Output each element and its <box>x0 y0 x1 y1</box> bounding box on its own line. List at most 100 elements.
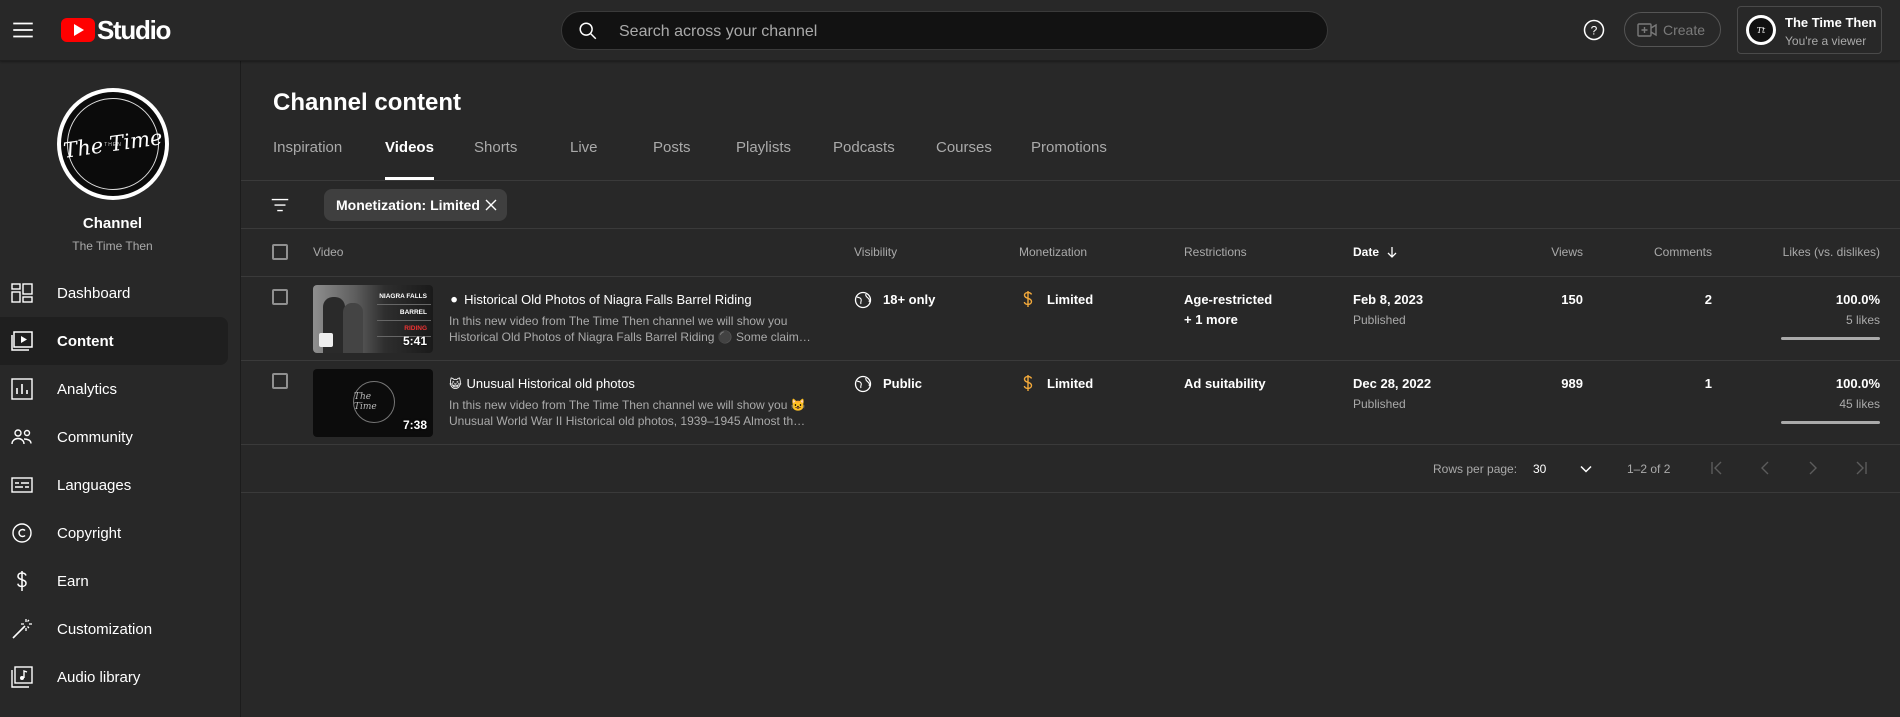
video-thumbnail[interactable]: NIAGRA FALLS BARREL RIDING 5:41 <box>313 285 433 353</box>
tab-podcasts[interactable]: Podcasts <box>833 139 895 180</box>
rows-per-page-select[interactable]: 30 <box>1533 462 1546 476</box>
video-title[interactable]: ⚫ Historical Old Photos of Niagra Falls B… <box>449 292 752 307</box>
header-divider <box>241 276 1900 277</box>
filter-icon[interactable] <box>269 194 291 216</box>
channel-name: The Time Then <box>72 239 153 253</box>
restriction-more[interactable]: + 1 more <box>1184 312 1238 327</box>
monetization-value[interactable]: Limited <box>1047 292 1093 307</box>
row-checkbox[interactable] <box>272 373 288 389</box>
dollar-icon <box>1023 291 1033 307</box>
rows-per-page-label: Rows per page: <box>1433 462 1518 476</box>
desc-line: In this new video from The Time Then cha… <box>449 398 806 412</box>
search-bar[interactable] <box>561 11 1328 51</box>
likes-ratio-fill <box>1781 421 1880 424</box>
restriction-value[interactable]: Age-restricted <box>1184 292 1272 307</box>
search-input[interactable] <box>617 12 1301 51</box>
search-icon <box>579 22 597 40</box>
sidebar-item-customization[interactable]: Customization <box>0 605 228 653</box>
sidebar-item-label: Content <box>57 332 114 350</box>
dollar-icon <box>1023 375 1033 391</box>
likes-count: 5 likes <box>1845 313 1880 327</box>
tab-playlists[interactable]: Playlists <box>736 139 791 180</box>
previous-page-icon[interactable] <box>1756 459 1774 477</box>
col-views[interactable]: Views <box>1551 245 1583 259</box>
create-button[interactable]: Create <box>1624 12 1721 47</box>
tab-posts[interactable]: Posts <box>653 139 691 180</box>
video-title[interactable]: 😺 Unusual Historical old photos <box>449 376 635 391</box>
visibility-value[interactable]: 18+ only <box>883 292 935 307</box>
community-icon <box>11 429 32 445</box>
tab-videos[interactable]: Videos <box>385 139 434 180</box>
languages-icon <box>11 477 33 493</box>
video-title-text: Historical Old Photos of Niagra Falls Ba… <box>464 292 752 307</box>
account-name: The Time Then <box>1785 15 1877 30</box>
account-switcher[interactable]: Tt The Time Then You're a viewer <box>1737 6 1882 54</box>
youtube-studio-logo[interactable]: Studio <box>61 14 171 46</box>
youtube-play-icon <box>61 18 95 42</box>
visibility-value[interactable]: Public <box>883 376 922 391</box>
help-icon[interactable]: ? <box>1582 18 1606 42</box>
tab-shorts[interactable]: Shorts <box>474 139 517 180</box>
add-video-icon <box>1637 22 1657 37</box>
tab-live[interactable]: Live <box>570 139 598 180</box>
col-date-label: Date <box>1353 245 1380 259</box>
sidebar-item-label: Community <box>57 428 133 446</box>
select-all-checkbox[interactable] <box>272 244 288 260</box>
sidebar-item-community[interactable]: Community <box>0 413 228 461</box>
thumbnail-text: NIAGRA FALLS BARREL RIDING <box>377 289 431 337</box>
title-emoji: ⚫ <box>449 293 460 307</box>
sidebar-item-audio-library[interactable]: Audio library <box>0 653 228 701</box>
restriction-value[interactable]: Ad suitability <box>1184 376 1266 391</box>
avatar-sub: THEN <box>104 142 122 148</box>
col-date[interactable]: Date <box>1353 245 1398 259</box>
row-divider <box>241 360 1900 361</box>
analytics-icon <box>11 378 33 400</box>
tab-promotions[interactable]: Promotions <box>1031 139 1107 180</box>
sidebar-item-copyright[interactable]: Copyright <box>0 509 228 557</box>
sidebar-item-analytics[interactable]: Analytics <box>0 365 228 413</box>
sidebar-item-earn[interactable]: Earn <box>0 557 228 605</box>
tab-inspiration[interactable]: Inspiration <box>273 139 342 180</box>
sidebar-item-label: Dashboard <box>57 284 131 302</box>
sidebar-item-dashboard[interactable]: Dashboard <box>0 269 228 317</box>
sidebar-item-languages[interactable]: Languages <box>0 461 228 509</box>
video-title-text: Unusual Historical old photos <box>466 376 635 391</box>
views-value: 150 <box>1561 292 1583 307</box>
sidebar: The Time THEN Channel The Time Then Dash… <box>0 61 241 717</box>
sidebar-item-label: Languages <box>57 476 132 494</box>
next-page-icon[interactable] <box>1804 459 1822 477</box>
sidebar-item-label: Audio library <box>57 668 141 686</box>
hamburger-menu-icon[interactable] <box>10 17 36 43</box>
tab-courses[interactable]: Courses <box>936 139 992 180</box>
filter-chip-label: Monetization: Limited <box>336 197 480 213</box>
customization-icon <box>12 619 32 639</box>
top-bar: Studio ? Create Tt The Time Then You're … <box>0 0 1900 61</box>
filter-chip[interactable]: Monetization: Limited <box>324 189 507 221</box>
video-thumbnail[interactable]: The Time 7:38 <box>313 369 433 437</box>
thumbnail-line: BARREL <box>377 305 431 321</box>
svg-text:?: ? <box>1591 24 1598 38</box>
close-icon[interactable] <box>484 198 498 212</box>
chevron-down-icon[interactable] <box>1578 461 1594 477</box>
desc-line: Unusual World War II Historical old phot… <box>449 414 806 428</box>
col-comments[interactable]: Comments <box>1654 245 1712 259</box>
sidebar-item-content[interactable]: Content <box>0 317 228 365</box>
copyright-icon <box>12 523 32 543</box>
globe-icon <box>854 291 872 309</box>
first-page-icon[interactable] <box>1708 459 1726 477</box>
col-visibility: Visibility <box>854 245 898 259</box>
channel-avatar[interactable]: The Time THEN <box>57 88 169 200</box>
monetization-value[interactable]: Limited <box>1047 376 1093 391</box>
col-likes[interactable]: Likes (vs. dislikes) <box>1783 245 1880 259</box>
sidebar-item-label: Copyright <box>57 524 122 542</box>
col-monetization: Monetization <box>1019 245 1088 259</box>
likes-ratio-bar <box>1781 421 1880 424</box>
video-description: In this new video from The Time Then cha… <box>449 397 817 429</box>
thumbnail-logo: The Time <box>353 381 395 423</box>
col-restrictions: Restrictions <box>1184 245 1247 259</box>
row-checkbox[interactable] <box>272 289 288 305</box>
comments-value: 2 <box>1704 292 1712 307</box>
likes-percent: 100.0% <box>1835 292 1880 307</box>
earn-icon <box>17 571 27 591</box>
last-page-icon[interactable] <box>1852 459 1870 477</box>
